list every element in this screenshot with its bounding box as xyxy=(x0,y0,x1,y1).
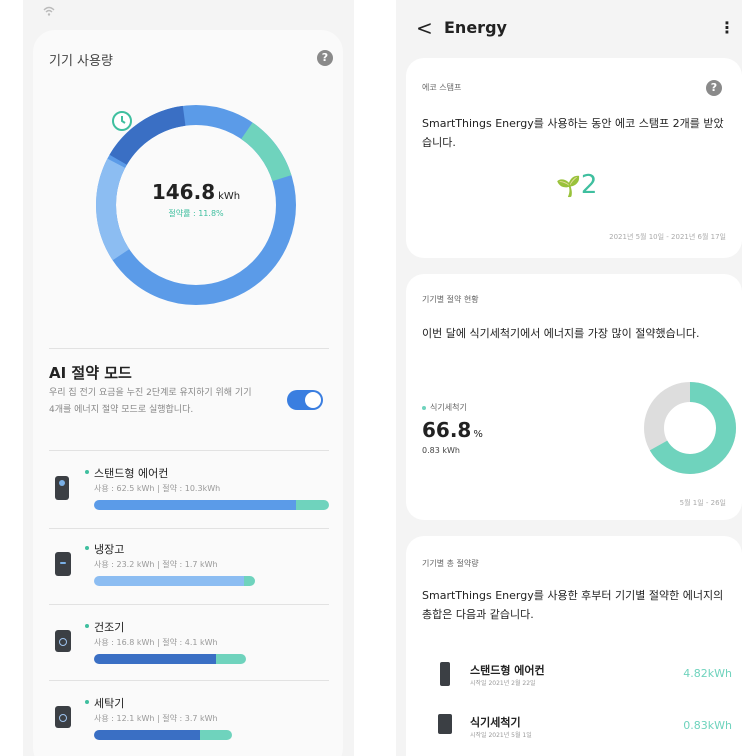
device-name: 스탠드형 에어컨 xyxy=(94,467,169,480)
sprout-icon: 🌱 xyxy=(556,174,581,198)
usage-bar xyxy=(94,654,246,664)
status-dot xyxy=(85,700,89,704)
usage-kwh-value: 146.8 xyxy=(151,180,216,204)
device-stats: 사용 : 62.5 kWh | 절약 : 10.3kWh xyxy=(94,484,221,493)
divider xyxy=(49,348,329,349)
usage-bar-used xyxy=(94,730,200,740)
usage-bar-used xyxy=(94,654,217,664)
item-value: 0.83kWh xyxy=(683,719,732,732)
usage-bar xyxy=(94,730,232,740)
card-label: 기기별 절약 현황 xyxy=(422,295,479,304)
eco-stamp-card: 에코 스탬프 ? SmartThings Energy를 사용하는 동안 에코 … xyxy=(406,58,742,258)
total-saving-card: 기기별 총 절약량 SmartThings Energy를 사용한 후부터 기기… xyxy=(406,536,742,756)
device-name: 건조기 xyxy=(94,621,125,634)
dishwasher-icon xyxy=(438,714,452,734)
device-row-dryer[interactable]: 건조기 사용 : 16.8 kWh | 절약 : 4.1 kWh xyxy=(49,612,339,672)
refrigerator-icon xyxy=(55,552,71,576)
date-range: 2021년 5월 10일 - 2021년 6월 17일 xyxy=(609,233,726,241)
stamp-count-value: 2 xyxy=(580,170,598,200)
usage-bar-saved xyxy=(216,654,246,664)
device-name: 냉장고 xyxy=(94,543,125,556)
card-label: 에코 스탬프 xyxy=(422,83,462,92)
ai-mode-title: AI 절약 모드 xyxy=(49,364,132,382)
divider xyxy=(49,680,329,681)
item-name: 스탠드형 에어컨 xyxy=(470,664,545,677)
save-rate: 절약률 : 11.8% xyxy=(168,209,224,218)
divider xyxy=(49,604,329,605)
energy-screen: < Energy ⋮ 에코 스탬프 ? SmartThings Energy를 … xyxy=(396,0,742,756)
wifi-icon xyxy=(43,6,55,16)
card-body: SmartThings Energy를 사용한 후부터 기기별 절약한 에너지의… xyxy=(422,589,724,621)
usage-bar-saved xyxy=(199,730,232,740)
card-label: 기기별 총 절약량 xyxy=(422,559,479,568)
usage-bar-used xyxy=(94,500,296,510)
help-icon[interactable]: ? xyxy=(706,80,722,96)
legend-dot xyxy=(422,405,426,410)
device-stats: 사용 : 16.8 kWh | 절약 : 4.1 kWh xyxy=(94,638,218,647)
device-legend: 식기세척기 xyxy=(422,402,467,413)
usage-bar-used xyxy=(94,576,244,586)
card-body: 이번 달에 식기세척기에서 에너지를 가장 많이 절약했습니다. xyxy=(422,327,700,340)
usage-bar-saved xyxy=(295,500,329,510)
percent-sign: % xyxy=(473,429,483,440)
divider xyxy=(49,528,329,529)
percent-value: 66.8 xyxy=(422,418,472,442)
usage-summary: 146.8 kWh 절약률 : 11.8% xyxy=(91,180,301,219)
back-button[interactable]: < xyxy=(416,16,433,40)
device-row-air-conditioner[interactable]: 스탠드형 에어컨 사용 : 62.5 kWh | 절약 : 10.3kWh xyxy=(49,458,339,518)
item-name: 식기세척기 xyxy=(470,716,521,729)
device-name: 식기세척기 xyxy=(430,403,467,412)
item-start-date: 시작일 2021년 5월 1일 xyxy=(470,732,532,739)
saving-kwh: 0.83 kWh xyxy=(422,446,460,455)
device-usage-card: 기기 사용량 ? 146.8 kWh 절약률 : 11.8% AI 절약 모드 우… xyxy=(33,30,343,756)
item-start-date: 시작일 2021년 2월 22일 xyxy=(470,680,536,687)
saving-item-dishwasher[interactable]: 식기세척기 시작일 2021년 5월 1일 0.83kWh xyxy=(422,710,742,750)
status-dot xyxy=(85,546,89,550)
saving-percent: 66.8% xyxy=(422,418,483,442)
stamp-count: 🌱2 xyxy=(556,170,597,200)
dryer-icon xyxy=(55,630,71,652)
device-saving-card: 기기별 절약 현황 이번 달에 식기세척기에서 에너지를 가장 많이 절약했습니… xyxy=(406,274,742,520)
device-stats: 사용 : 12.1 kWh | 절약 : 3.7 kWh xyxy=(94,714,218,723)
air-conditioner-icon xyxy=(440,662,450,686)
date-range: 5월 1일 - 26일 xyxy=(679,499,726,507)
usage-bar-saved xyxy=(244,576,255,586)
more-options-button[interactable]: ⋮ xyxy=(719,18,735,37)
status-dot xyxy=(85,624,89,628)
divider xyxy=(49,450,329,451)
saving-donut-chart xyxy=(644,382,736,474)
saving-item-air-conditioner[interactable]: 스탠드형 에어컨 시작일 2021년 2월 22일 4.82kWh xyxy=(422,658,742,698)
toggle-knob xyxy=(305,392,321,408)
usage-bar xyxy=(94,576,255,586)
ai-mode-toggle[interactable] xyxy=(287,390,323,410)
device-stats: 사용 : 23.2 kWh | 절약 : 1.7 kWh xyxy=(94,560,218,569)
help-icon[interactable]: ? xyxy=(317,50,333,66)
usage-bar xyxy=(94,500,329,510)
washer-icon xyxy=(55,706,71,728)
page-title: Energy xyxy=(444,18,507,37)
device-row-refrigerator[interactable]: 냉장고 사용 : 23.2 kWh | 절약 : 1.7 kWh xyxy=(49,534,339,594)
device-name: 세탁기 xyxy=(94,697,125,710)
card-body: SmartThings Energy를 사용하는 동안 에코 스탬프 2개를 받… xyxy=(422,117,724,149)
device-row-washer[interactable]: 세탁기 사용 : 12.1 kWh | 절약 : 3.7 kWh xyxy=(49,688,339,748)
device-usage-screen: 기기 사용량 ? 146.8 kWh 절약률 : 11.8% AI 절약 모드 우… xyxy=(23,0,354,756)
ai-mode-description: 우리 집 전기 요금을 누진 2단계로 유지하기 위해 기기 4개를 에너지 절… xyxy=(49,388,252,415)
air-conditioner-icon xyxy=(55,476,69,500)
item-value: 4.82kWh xyxy=(683,667,732,680)
card-title: 기기 사용량 xyxy=(49,54,113,69)
clock-icon xyxy=(112,111,132,131)
status-dot xyxy=(85,470,89,474)
usage-kwh-unit: kWh xyxy=(218,191,241,202)
